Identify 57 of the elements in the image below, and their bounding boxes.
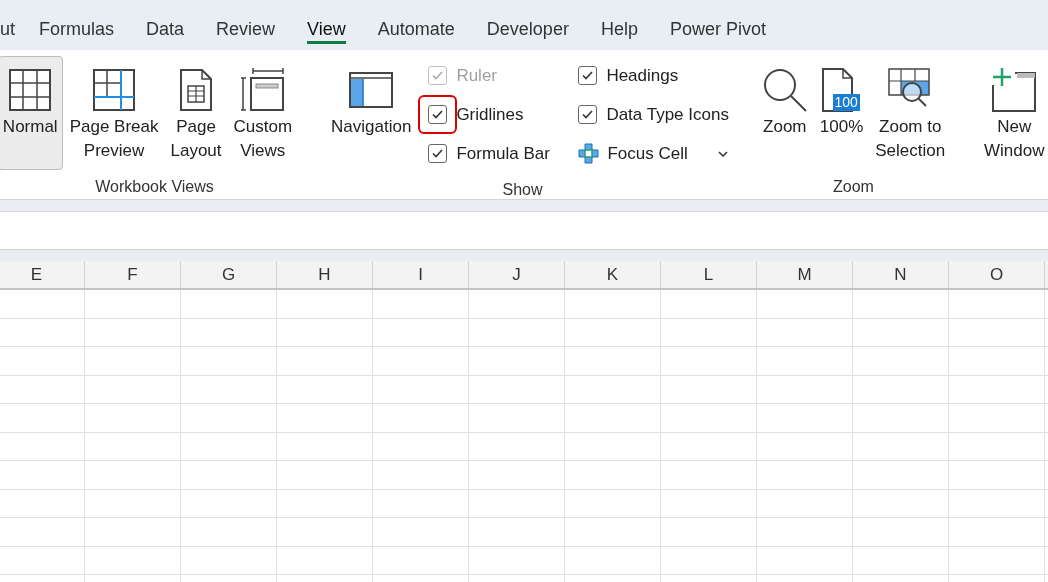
checkbox[interactable] — [578, 105, 598, 124]
ribbon-tab[interactable]: Review — [216, 0, 276, 50]
check-icon — [432, 71, 444, 80]
column-header[interactable]: M — [757, 261, 853, 288]
focus-cell-icon — [578, 143, 600, 164]
checkbox-option[interactable]: Headings — [568, 56, 729, 95]
column-header[interactable]: J — [469, 261, 565, 288]
column-header[interactable]: I — [373, 261, 469, 288]
column-header[interactable]: F — [85, 261, 181, 288]
column-header[interactable]: O — [949, 261, 1045, 288]
group-label: Show — [502, 181, 543, 198]
view-button[interactable]: Custom Views — [228, 56, 298, 170]
document-icon — [179, 68, 213, 112]
ribbon-tab[interactable]: Formulas — [39, 0, 115, 50]
column-header[interactable]: K — [565, 261, 661, 288]
page-break-icon — [92, 68, 137, 112]
view-button[interactable]: Normal — [0, 56, 63, 170]
check-icon — [582, 71, 594, 80]
caret-icon — [717, 150, 728, 157]
selected-tab-underline — [307, 41, 346, 44]
zoom-button[interactable]: Zoom — [756, 56, 813, 170]
view-button[interactable]: Page Break Preview — [64, 56, 164, 170]
ribbon-tab[interactable]: Developer — [486, 0, 569, 50]
ribbon-tab[interactable]: Automate — [377, 0, 455, 50]
checkbox-option[interactable]: Gridlines — [418, 95, 565, 134]
custom-view-icon — [240, 68, 285, 112]
checkbox[interactable] — [578, 66, 598, 85]
checkbox[interactable] — [428, 144, 448, 163]
column-header[interactable]: N — [853, 261, 949, 288]
navigation-button[interactable]: Navigation — [326, 56, 417, 170]
checkbox-option[interactable]: Formula Bar — [418, 134, 565, 173]
check-icon — [582, 110, 594, 119]
ribbon-tab[interactable]: View — [307, 0, 346, 50]
group-label: Zoom — [833, 178, 874, 195]
zoom-button[interactable]: Zoom to Selection — [870, 56, 951, 170]
icon-badge: 100 — [832, 94, 860, 111]
view-button[interactable]: Page Layout — [165, 56, 227, 170]
ribbon-tab[interactable]: Data — [146, 0, 185, 50]
check-icon — [432, 110, 444, 119]
check-icon — [432, 149, 444, 158]
checkbox[interactable] — [428, 105, 448, 124]
ribbon-tab[interactable]: ut — [0, 0, 15, 50]
ribbon-tab[interactable]: Help — [600, 0, 638, 50]
magnifier-icon — [761, 67, 808, 113]
column-header[interactable]: E — [0, 261, 85, 288]
new-window-icon — [991, 67, 1038, 113]
ribbon-tab[interactable]: Power Pivot — [669, 0, 766, 50]
grid-icon — [8, 68, 53, 112]
window-button[interactable]: New Window — [979, 56, 1048, 170]
checkbox-option[interactable]: Data Type Icons — [568, 95, 729, 134]
column-header[interactable]: H — [277, 261, 373, 288]
focus-cell-button[interactable]: Focus Cell — [578, 134, 729, 173]
column-header[interactable]: G — [181, 261, 277, 288]
zoom-button[interactable]: 100 100% — [814, 56, 869, 170]
navigation-pane-icon — [349, 72, 394, 108]
group-label: Workbook Views — [95, 178, 214, 195]
column-header[interactable]: L — [661, 261, 757, 288]
